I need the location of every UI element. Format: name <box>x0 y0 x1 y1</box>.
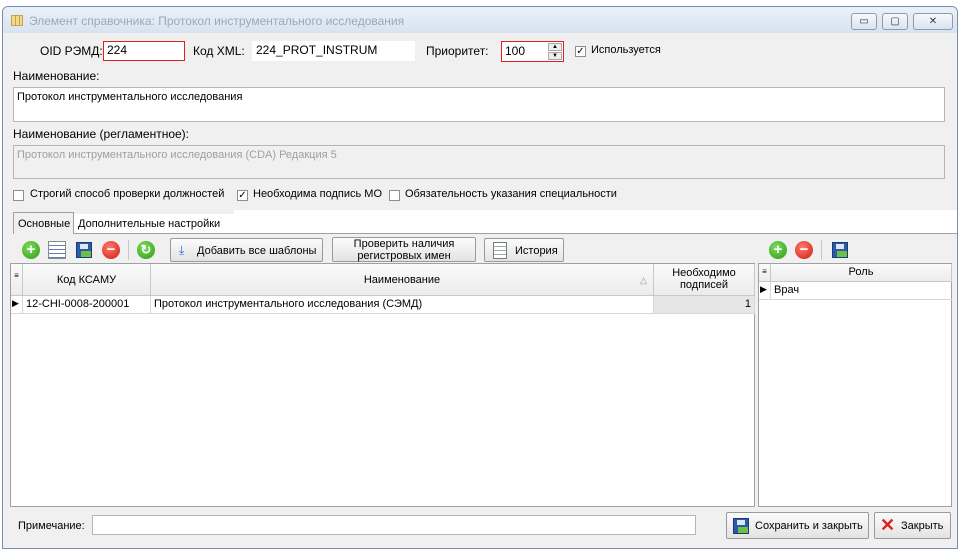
used-checkbox[interactable]: ✓ <box>575 46 586 57</box>
title-bar: Элемент справочника: Протокол инструмент… <box>3 7 957 33</box>
history-doc-icon <box>493 242 507 259</box>
grid-corner: ≡ <box>11 264 23 296</box>
toolbar-separator <box>128 240 129 260</box>
window-title: Элемент справочника: Протокол инструмент… <box>29 14 405 28</box>
tab-basic[interactable]: Основные <box>13 212 74 234</box>
specialty-label: Обязательность указания специальности <box>405 188 617 200</box>
dialog-window: Элемент справочника: Протокол инструмент… <box>2 6 958 549</box>
reg-name-field: Протокол инструментального исследования … <box>13 145 945 179</box>
mo-sign-label: Необходима подпись МО <box>253 188 383 200</box>
minimize-button[interactable]: ▭ <box>851 13 877 30</box>
name-label: Наименование: <box>13 69 100 83</box>
column-header-name[interactable]: Наименование △ <box>151 264 654 296</box>
priority-up-button[interactable]: ▲ <box>548 43 562 51</box>
oid-field[interactable]: 224 <box>103 41 185 61</box>
download-icon: ⤓ <box>179 243 185 257</box>
role-grid-corner: ≡ <box>759 264 771 282</box>
table-icon <box>11 15 23 26</box>
priority-label: Приоритет: <box>426 44 489 58</box>
role-save-icon[interactable] <box>832 242 848 258</box>
column-header-signs[interactable]: Необходимо подписей <box>654 264 755 296</box>
priority-stepper[interactable]: 100 ▲ ▼ <box>501 41 564 62</box>
tab-additional-settings[interactable]: Дополнительные настройки <box>74 214 234 233</box>
close-window-button[interactable]: ✕ <box>913 13 953 30</box>
role-toolbar-separator <box>821 240 822 260</box>
name-field[interactable]: Протокол инструментального исследования <box>13 87 945 122</box>
strict-check-label: Строгий способ проверки должностей <box>30 188 225 200</box>
refresh-icon[interactable]: ↻ <box>137 241 155 259</box>
table-row-code[interactable]: 12-CHI-0008-200001 <box>23 296 151 314</box>
column-header-role[interactable]: Роль <box>771 264 952 282</box>
column-header-code[interactable]: Код КСАМУ <box>23 264 151 296</box>
reg-name-label: Наименование (регламентное): <box>13 127 190 141</box>
list-item-role[interactable]: Врач <box>771 282 952 300</box>
sort-icon: △ <box>640 275 647 285</box>
role-add-icon[interactable]: + <box>769 241 787 259</box>
maximize-button[interactable]: ▢ <box>882 13 908 30</box>
save-icon[interactable] <box>76 242 92 258</box>
edit-list-icon[interactable] <box>48 241 66 259</box>
templates-grid: ≡ Код КСАМУ Наименование △ Необходимо по… <box>10 263 755 507</box>
check-registry-names-button[interactable]: Проверить наличия регистровых имен <box>332 237 476 262</box>
tab-line <box>13 233 957 234</box>
role-row-indicator: ▶ <box>759 282 771 300</box>
oid-label: OID РЭМД: <box>40 44 103 58</box>
role-delete-icon[interactable]: − <box>795 241 813 259</box>
xml-code-label: Код XML: <box>193 44 245 58</box>
save-close-icon <box>733 518 749 534</box>
table-row-signs[interactable]: 1 <box>654 296 755 314</box>
add-icon[interactable]: + <box>22 241 40 259</box>
tab-strip-bg <box>234 210 957 233</box>
mo-sign-checkbox[interactable]: ✓ <box>237 190 248 201</box>
close-x-icon: ✕ <box>880 515 896 535</box>
save-and-close-button[interactable]: Сохранить и закрыть <box>726 512 869 539</box>
row-indicator: ▶ <box>11 296 23 314</box>
specialty-checkbox[interactable] <box>389 190 400 201</box>
close-button[interactable]: ✕ Закрыть <box>874 512 951 539</box>
history-button[interactable]: История <box>484 238 564 262</box>
note-label: Примечание: <box>18 520 85 532</box>
table-row-name[interactable]: Протокол инструментального исследования … <box>151 296 654 314</box>
roles-grid: ≡ Роль ▶ Врач <box>758 263 952 507</box>
note-field[interactable] <box>92 515 696 535</box>
priority-value: 100 <box>505 44 526 58</box>
add-all-templates-button[interactable]: ⤓ Добавить все шаблоны <box>170 238 323 262</box>
used-label: Используется <box>591 44 661 56</box>
delete-icon[interactable]: − <box>102 241 120 259</box>
priority-down-button[interactable]: ▼ <box>548 52 562 60</box>
strict-check-checkbox[interactable] <box>13 190 24 201</box>
xml-code-field[interactable]: 224_PROT_INSTRUM <box>252 41 415 61</box>
